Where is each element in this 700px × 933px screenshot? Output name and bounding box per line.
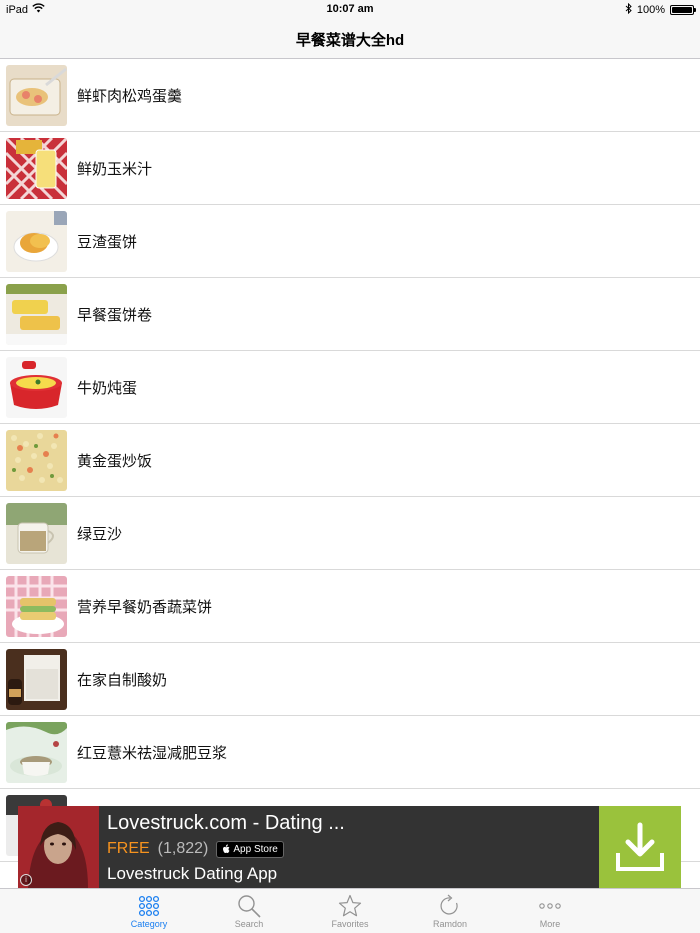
bluetooth-icon bbox=[625, 2, 632, 17]
recipe-thumbnail bbox=[6, 64, 67, 126]
recipe-thumbnail bbox=[6, 283, 67, 345]
recipe-name: 营养早餐奶香蔬菜饼 bbox=[77, 597, 213, 616]
ad-app-icon[interactable]: i bbox=[18, 806, 99, 888]
tab-favorites[interactable]: Favorites bbox=[310, 893, 390, 929]
list-item[interactable]: 黄金蛋炒饭 bbox=[0, 424, 700, 497]
tab-label: Favorites bbox=[331, 919, 369, 929]
list-item[interactable]: 鲜奶玉米汁 bbox=[0, 132, 700, 205]
download-icon bbox=[616, 822, 664, 871]
recipe-thumbnail bbox=[6, 210, 67, 272]
recipe-name: 豆渣蛋饼 bbox=[77, 232, 138, 251]
recipe-name: 牛奶炖蛋 bbox=[77, 378, 138, 397]
tab-more[interactable]: More bbox=[510, 893, 590, 929]
tab-bar: Category Search Favorites Ramdon More bbox=[0, 888, 700, 933]
status-bar: iPad 10:07 am 100% bbox=[0, 0, 700, 20]
list-item[interactable]: 豆渣蛋饼 bbox=[0, 205, 700, 278]
ad-text[interactable]: Lovestruck.com - Dating ... FREE (1,822)… bbox=[99, 806, 599, 888]
tab-category[interactable]: Category bbox=[109, 893, 189, 929]
list-item[interactable]: 鲜虾肉松鸡蛋羹 bbox=[0, 59, 700, 132]
ad-subtitle: Lovestruck Dating App bbox=[107, 864, 278, 883]
ad-banner[interactable]: i Lovestruck.com - Dating ... FREE (1,82… bbox=[18, 806, 681, 888]
battery-percent: 100% bbox=[636, 4, 665, 16]
recipe-name: 鲜奶玉米汁 bbox=[77, 159, 153, 178]
ad-meta: FREE (1,822) App Store bbox=[107, 836, 599, 862]
list-item[interactable]: 红豆薏米祛湿减肥豆浆 bbox=[0, 716, 700, 789]
list-item[interactable]: 营养早餐奶香蔬菜饼 bbox=[0, 570, 700, 643]
recipe-thumbnail bbox=[6, 356, 67, 418]
navigation-bar: 早餐菜谱大全hd bbox=[0, 20, 700, 59]
tab-label: Ramdon bbox=[432, 919, 468, 929]
list-item[interactable]: 牛奶炖蛋 bbox=[0, 351, 700, 424]
status-time: 10:07 am bbox=[326, 3, 374, 15]
tab-label: More bbox=[539, 919, 561, 929]
ad-rating-count: (1,822) bbox=[157, 840, 209, 857]
tab-label: Category bbox=[130, 919, 168, 929]
recipe-thumbnail bbox=[6, 721, 67, 783]
apple-icon bbox=[223, 844, 230, 853]
list-item[interactable]: 早餐蛋饼卷 bbox=[0, 278, 700, 351]
recipe-thumbnail bbox=[6, 648, 67, 710]
ad-info-icon[interactable]: i bbox=[20, 874, 32, 886]
recipe-name: 黄金蛋炒饭 bbox=[77, 451, 153, 470]
recipe-thumbnail bbox=[6, 429, 67, 491]
list-item[interactable]: 绿豆沙 bbox=[0, 497, 700, 570]
recipe-name: 早餐蛋饼卷 bbox=[77, 305, 153, 324]
recipe-name: 绿豆沙 bbox=[77, 524, 123, 543]
ad-download-button[interactable] bbox=[599, 806, 681, 888]
recipe-list[interactable]: 鲜虾肉松鸡蛋羹 鲜奶玉米汁 豆渣蛋饼 早餐蛋饼卷 牛奶炖蛋 黄金蛋炒饭 绿豆沙 … bbox=[0, 59, 700, 862]
app-store-label: App Store bbox=[233, 843, 278, 855]
recipe-name: 在家自制酸奶 bbox=[77, 670, 168, 689]
status-right: 100% bbox=[625, 2, 696, 17]
list-item[interactable]: 在家自制酸奶 bbox=[0, 643, 700, 716]
refresh-icon bbox=[410, 893, 490, 919]
app-store-badge: App Store bbox=[216, 840, 284, 858]
more-icon bbox=[510, 893, 590, 919]
tab-search[interactable]: Search bbox=[209, 893, 289, 929]
recipe-name: 红豆薏米祛湿减肥豆浆 bbox=[77, 743, 228, 762]
recipe-thumbnail bbox=[6, 137, 67, 199]
ad-price: FREE bbox=[107, 840, 150, 857]
tab-random[interactable]: Ramdon bbox=[410, 893, 490, 929]
battery-icon bbox=[670, 5, 696, 15]
ad-title: Lovestruck.com - Dating ... bbox=[107, 812, 345, 834]
recipe-name: 鲜虾肉松鸡蛋羹 bbox=[77, 86, 183, 105]
star-icon bbox=[310, 893, 390, 919]
recipe-thumbnail bbox=[6, 575, 67, 637]
search-icon bbox=[209, 893, 289, 919]
recipe-thumbnail bbox=[6, 502, 67, 564]
grid-dots-icon bbox=[109, 893, 189, 919]
page-title: 早餐菜谱大全hd bbox=[295, 31, 405, 49]
tab-label: Search bbox=[234, 919, 264, 929]
